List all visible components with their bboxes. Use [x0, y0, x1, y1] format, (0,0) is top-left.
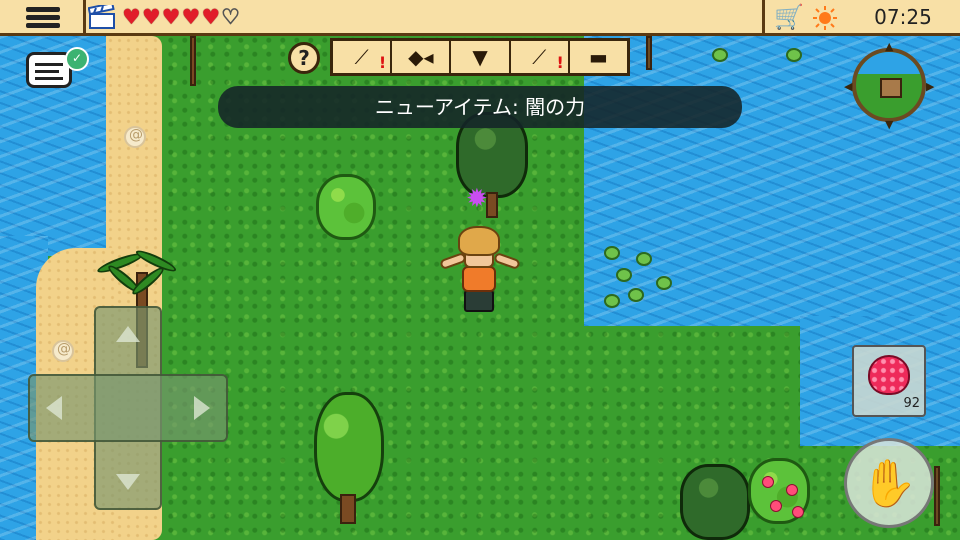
- berry: [770, 500, 782, 512]
- lily-pad: [712, 48, 728, 62]
- heart-empty-icon: ♡: [221, 5, 241, 30]
- hamburger-line: [26, 15, 60, 20]
- compass-east-icon: ▶: [926, 80, 935, 93]
- lily-pad: [604, 294, 620, 308]
- berry: [762, 476, 774, 488]
- compass-north-icon: ▲: [885, 40, 894, 53]
- crafting-toolbar: ⟋ ! ◆◂ ▼ ⟋ ! ▬: [330, 38, 630, 76]
- quest-line: [35, 63, 63, 66]
- minimap-hut: [880, 78, 902, 98]
- lily-pad: [656, 276, 672, 290]
- seashell[interactable]: [124, 126, 146, 148]
- shop-cart-icon[interactable]: 🛒: [774, 5, 804, 29]
- dpad-up-button[interactable]: [116, 326, 140, 342]
- minimap-water: [856, 52, 922, 74]
- tree-trunk: [486, 192, 498, 218]
- game-clock: 07:25: [874, 5, 932, 29]
- hamburger-line: [26, 7, 60, 12]
- fish-icon: ◆◂: [408, 45, 434, 69]
- clapperboard-icon[interactable]: [88, 5, 116, 29]
- heart-full-icon: ♥: [161, 5, 182, 29]
- tool-crafting-tools[interactable]: ⟋ !: [333, 41, 393, 73]
- directional-pad[interactable]: [28, 306, 228, 510]
- heart-full-icon: ♥: [122, 5, 142, 29]
- tree-trunk: [340, 494, 356, 524]
- lily-pad: [604, 246, 620, 260]
- bush[interactable]: [316, 174, 376, 240]
- palm-trunk-top: [190, 36, 196, 86]
- help-button[interactable]: ?: [288, 42, 320, 74]
- anvil-icon: ▬: [588, 45, 608, 69]
- dpad-right-button[interactable]: [194, 396, 210, 420]
- hand-icon: ✋: [860, 456, 918, 510]
- alert-icon: !: [378, 53, 387, 72]
- quest-line: [35, 70, 59, 73]
- player-hair: [458, 226, 500, 256]
- shovel-icon: ⟋: [532, 45, 547, 69]
- player-legs: [464, 290, 494, 312]
- health-hearts: ♥♥♥♥♥♡: [122, 5, 241, 30]
- reed: [646, 36, 652, 70]
- new-item-notification: ニューアイテム: 闇の力: [218, 86, 742, 128]
- heart-full-icon: ♥: [141, 5, 162, 29]
- dpad-down-button[interactable]: [116, 474, 140, 490]
- dark-tree[interactable]: [680, 464, 750, 540]
- quest-log-button[interactable]: ✓: [26, 47, 89, 88]
- lily-pad: [786, 48, 802, 62]
- dark-power-sparkle-icon: ✹: [466, 184, 488, 214]
- tool-food[interactable]: ◆◂: [392, 41, 452, 73]
- berry: [792, 506, 804, 518]
- lily-pad: [616, 268, 632, 282]
- compass-west-icon: ◀: [844, 80, 853, 93]
- sun-weather-icon: [813, 6, 837, 30]
- lily-pad: [636, 252, 652, 266]
- minimap[interactable]: [852, 48, 926, 122]
- shirt-icon: ▼: [472, 45, 488, 69]
- lily-pad: [628, 288, 644, 302]
- berry: [786, 484, 798, 496]
- quick-item-slot[interactable]: 92: [852, 345, 926, 417]
- top-bar: ♥♥♥♥♥♡ 🛒 07:25: [0, 0, 960, 36]
- divider: [762, 0, 765, 34]
- reed: [934, 466, 940, 526]
- dpad-left-button[interactable]: [46, 396, 62, 420]
- check-icon: ✓: [65, 47, 89, 71]
- branch-icon: ⟋: [354, 45, 369, 69]
- alert-icon: !: [556, 53, 564, 72]
- quest-line: [35, 77, 63, 80]
- tool-workbench[interactable]: ▬: [570, 41, 627, 73]
- compass-south-icon: ▼: [885, 118, 894, 131]
- player-body: [462, 266, 496, 292]
- menu-button[interactable]: [0, 0, 86, 34]
- tree[interactable]: [314, 392, 384, 502]
- tool-tools[interactable]: ⟋ !: [511, 41, 570, 73]
- heart-full-icon: ♥: [201, 5, 222, 29]
- item-count: 92: [903, 396, 920, 411]
- tool-clothing[interactable]: ▼: [451, 41, 511, 73]
- interact-hand-button[interactable]: ✋: [844, 438, 934, 528]
- hamburger-line: [26, 23, 60, 28]
- raspberry-icon: [868, 355, 910, 395]
- heart-full-icon: ♥: [181, 5, 202, 29]
